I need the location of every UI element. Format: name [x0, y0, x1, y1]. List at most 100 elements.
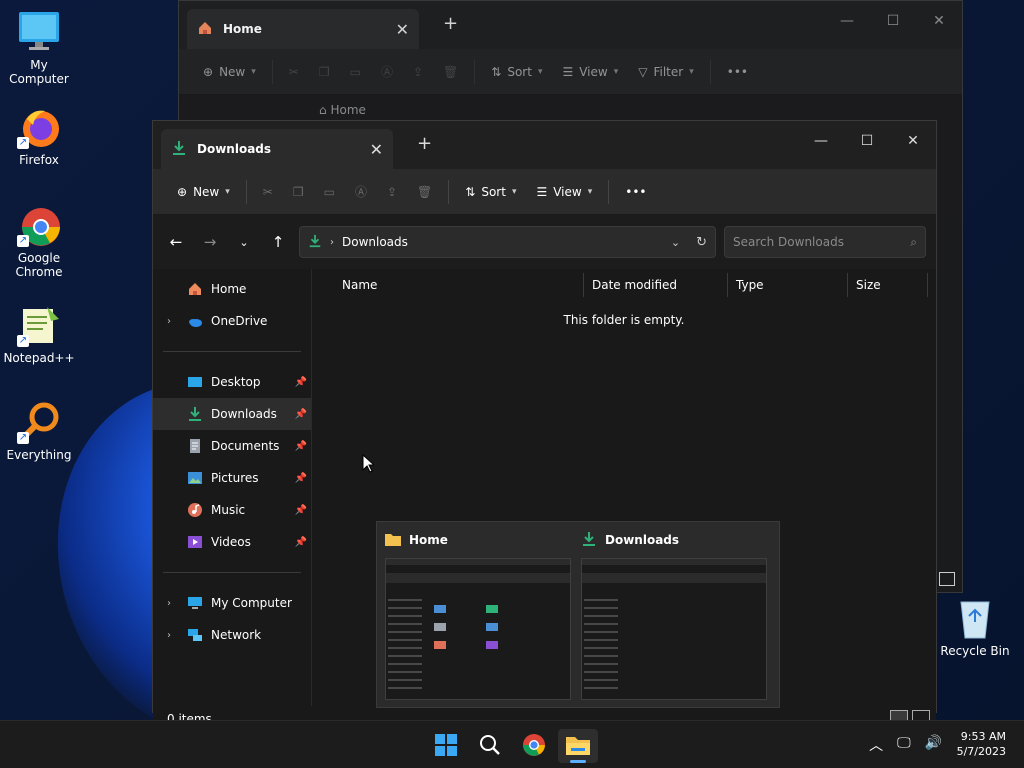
view-label: View — [553, 184, 582, 199]
minimize-icon[interactable]: — — [798, 127, 844, 155]
restore-view-icon[interactable] — [939, 572, 955, 586]
new-label: New — [193, 184, 220, 199]
nav-item-desktop[interactable]: Desktop 📌 — [153, 366, 311, 398]
nav-item-videos[interactable]: Videos 📌 — [153, 526, 311, 558]
search-icon[interactable]: ⌕ — [910, 235, 917, 250]
thumbnail-downloads[interactable]: Downloads — [581, 522, 769, 707]
desktop-icon-google-chrome[interactable]: ↗ Google Chrome — [0, 203, 78, 279]
column-header-type[interactable]: Type — [728, 273, 848, 297]
list-view-icon: ☰ — [536, 184, 548, 199]
nav-item-music[interactable]: Music 📌 — [153, 494, 311, 526]
more-options-button[interactable]: ••• — [615, 176, 656, 208]
new-button[interactable]: ⊕ New ▾ — [193, 56, 266, 88]
scissors-icon: ✂ — [262, 184, 273, 199]
more-options-button[interactable]: ••• — [717, 56, 758, 88]
thumbnail-home[interactable]: Home — [385, 522, 573, 707]
desktop-icon-firefox[interactable]: ↗ Firefox — [0, 105, 78, 167]
folder-icon — [565, 734, 591, 759]
copy-button[interactable]: ❐ — [309, 56, 340, 88]
desktop-icon-my-computer[interactable]: My Computer — [0, 10, 78, 86]
new-tab-icon[interactable]: + — [443, 13, 458, 34]
search-taskbar-button[interactable] — [470, 729, 510, 763]
address-bar[interactable]: › Downloads ⌄ ↻ — [299, 226, 716, 258]
desktop-icon-everything[interactable]: ↗ Everything — [0, 400, 78, 462]
nav-item-my-computer[interactable]: › My Computer — [153, 587, 311, 619]
delete-button[interactable]: 🗑 — [433, 56, 468, 88]
address-history-chevron-icon[interactable]: ⌄ — [671, 236, 680, 249]
rename-icon: Ⓐ — [354, 185, 367, 199]
expand-chevron-icon[interactable]: › — [167, 630, 179, 641]
file-explorer-taskbar-button[interactable] — [558, 729, 598, 763]
nav-item-network[interactable]: › Network — [153, 619, 311, 651]
maximize-icon[interactable]: ☐ — [844, 127, 890, 155]
pin-icon[interactable]: 📌 — [295, 537, 307, 548]
desktop-icon-label: Everything — [6, 448, 72, 462]
new-label: New — [219, 64, 246, 79]
paste-button[interactable]: ▭ — [340, 56, 371, 88]
nav-item-pictures[interactable]: Pictures 📌 — [153, 462, 311, 494]
desktop-icon-label: Google Chrome — [15, 251, 63, 279]
navigation-bar: ← → ⌄ ↑ › Downloads ⌄ ↻ ⌕ — [153, 215, 936, 269]
pin-icon[interactable]: 📌 — [295, 409, 307, 420]
nav-item-documents[interactable]: Documents 📌 — [153, 430, 311, 462]
search-box[interactable]: ⌕ — [724, 226, 926, 258]
maximize-icon[interactable]: ☐ — [870, 7, 916, 35]
clipboard-icon: ▭ — [349, 64, 361, 79]
pin-icon[interactable]: 📌 — [295, 377, 307, 388]
new-tab-icon[interactable]: + — [417, 133, 432, 154]
volume-icon[interactable]: 🔊 — [925, 735, 942, 755]
chevron-up-icon[interactable]: ︿ — [869, 735, 883, 755]
separator — [245, 179, 247, 204]
network-status-icon[interactable]: 🖵 — [897, 735, 911, 755]
nav-item-home[interactable]: Home — [153, 273, 311, 305]
close-icon[interactable]: ✕ — [916, 7, 962, 35]
sort-button[interactable]: ⇅ Sort ▾ — [481, 56, 552, 88]
back-arrow-icon[interactable]: ← — [163, 233, 189, 251]
search-input[interactable] — [733, 235, 911, 249]
recent-locations-chevron-icon[interactable]: ⌄ — [231, 236, 257, 249]
nav-item-downloads[interactable]: Downloads 📌 — [153, 398, 311, 430]
nav-item-onedrive[interactable]: › OneDrive — [153, 305, 311, 337]
address-path[interactable]: Downloads — [342, 235, 663, 249]
column-header-size[interactable]: Size — [848, 273, 928, 297]
minimize-icon[interactable]: — — [824, 7, 870, 35]
thumbnail-preview-image — [385, 558, 571, 700]
title-bar[interactable]: Downloads ✕ + — ☐ ✕ — [153, 121, 936, 169]
column-header-date-modified[interactable]: Date modified — [584, 273, 728, 297]
delete-button[interactable]: 🗑 — [407, 176, 442, 208]
rename-button[interactable]: Ⓐ — [345, 176, 377, 208]
clock[interactable]: 9:53 AM 5/7/2023 — [957, 729, 1006, 759]
new-button[interactable]: ⊕ New ▾ — [167, 176, 240, 208]
expand-chevron-icon[interactable]: › — [167, 598, 179, 609]
filter-button[interactable]: ▽ Filter ▾ — [628, 56, 703, 88]
up-arrow-icon[interactable]: ↑ — [265, 233, 291, 251]
desktop-icon-recycle-bin[interactable]: Recycle Bin — [936, 596, 1014, 658]
sort-button[interactable]: ⇅ Sort ▾ — [455, 176, 526, 208]
refresh-icon[interactable]: ↻ — [696, 235, 707, 250]
start-button[interactable] — [426, 729, 466, 763]
pin-icon[interactable]: 📌 — [295, 505, 307, 516]
forward-arrow-icon[interactable]: → — [197, 233, 223, 251]
title-bar[interactable]: Home ✕ + — ☐ ✕ — [179, 1, 962, 49]
cut-button[interactable]: ✂ — [279, 56, 309, 88]
close-tab-icon[interactable]: ✕ — [396, 20, 409, 39]
column-header-name[interactable]: Name — [312, 273, 584, 297]
cut-button[interactable]: ✂ — [253, 176, 283, 208]
rename-button[interactable]: Ⓐ — [371, 56, 403, 88]
expand-chevron-icon[interactable]: › — [167, 316, 179, 327]
tab-home[interactable]: Home ✕ — [187, 9, 419, 49]
pin-icon[interactable]: 📌 — [295, 473, 307, 484]
chrome-taskbar-button[interactable] — [514, 729, 554, 763]
view-button[interactable]: ☰ View ▾ — [526, 176, 602, 208]
share-button[interactable]: ⇪ — [403, 56, 433, 88]
share-button[interactable]: ⇪ — [377, 176, 407, 208]
view-button[interactable]: ☰ View ▾ — [552, 56, 628, 88]
copy-icon: ❐ — [318, 64, 330, 79]
close-tab-icon[interactable]: ✕ — [370, 140, 383, 159]
paste-button[interactable]: ▭ — [314, 176, 345, 208]
desktop-icon-notepad-plus-plus[interactable]: ↗ Notepad++ — [0, 303, 78, 365]
tab-downloads[interactable]: Downloads ✕ — [161, 129, 393, 169]
close-icon[interactable]: ✕ — [890, 127, 936, 155]
pin-icon[interactable]: 📌 — [295, 441, 307, 452]
copy-button[interactable]: ❐ — [283, 176, 314, 208]
